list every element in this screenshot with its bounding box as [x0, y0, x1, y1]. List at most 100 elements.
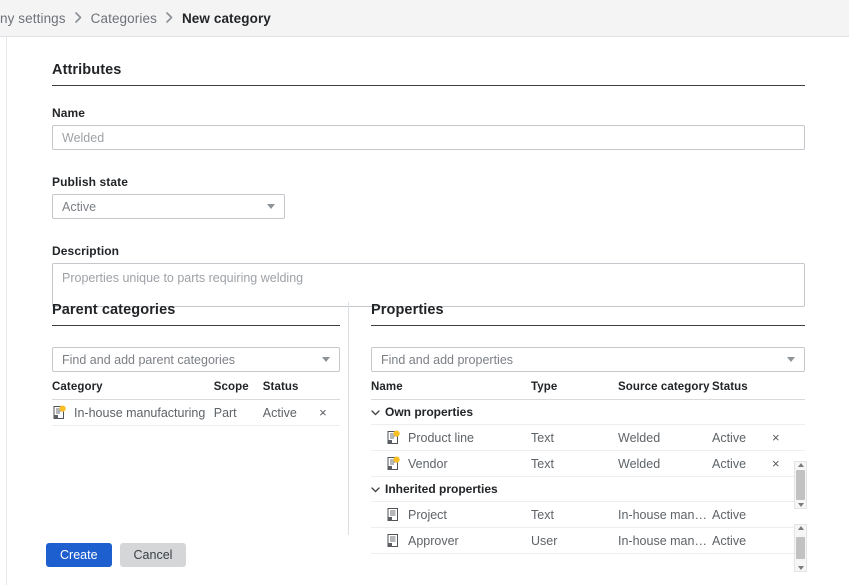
chevron-right-icon [74, 11, 82, 23]
create-button[interactable]: Create [46, 543, 112, 567]
col-header-scope: Scope [213, 372, 263, 400]
table-row[interactable]: Project Text In-house manuf... Active [371, 501, 805, 528]
publish-state-value: Active [62, 199, 97, 214]
parent-category-status-cell: Active [262, 399, 320, 426]
properties-search-placeholder: Find and add properties [381, 352, 514, 367]
page-root: ny settings Categories New category Attr… [0, 0, 849, 585]
properties-group-inherited[interactable]: Inherited properties [371, 476, 805, 502]
table-row[interactable]: Vendor Text Welded Active × [371, 450, 805, 477]
property-status-cell: Active [712, 501, 772, 528]
scrollbar-thumb[interactable] [796, 537, 805, 559]
scroll-up-arrow-icon[interactable] [797, 463, 804, 467]
property-name-cell: Project [371, 501, 531, 528]
property-badge-icon [386, 456, 401, 471]
chevron-down-icon [787, 357, 795, 362]
parent-categories-heading: Parent categories [52, 302, 340, 326]
property-name-cell: Product line [371, 424, 531, 451]
parent-categories-section: Parent categories Find and add parent ca… [52, 302, 340, 426]
table-row[interactable]: In-house manufacturing Part Active × [52, 399, 340, 426]
breadcrumb-item-company-settings[interactable]: ny settings [0, 11, 66, 26]
name-field-group: Name [52, 106, 805, 150]
col-header-type: Type [531, 372, 618, 400]
properties-group-inherited-label: Inherited properties [385, 482, 498, 496]
property-badge-icon [386, 430, 401, 445]
scroll-up-arrow-icon[interactable] [797, 526, 804, 530]
col-header-status: Status [262, 372, 320, 400]
col-header-actions [772, 372, 805, 400]
parent-category-name-cell: In-house manufacturing [52, 399, 214, 426]
property-icon [386, 507, 401, 522]
attributes-heading: Attributes [52, 62, 805, 86]
breadcrumb: ny settings Categories New category [0, 0, 849, 37]
table-row[interactable]: Product line Text Welded Active × [371, 424, 805, 451]
parent-categories-header-row: Category Scope Status [52, 372, 340, 400]
form-actions: Create Cancel [46, 543, 187, 567]
property-type-cell: Text [531, 424, 618, 451]
property-label: Product line [408, 430, 475, 445]
chevron-down-icon [371, 405, 380, 419]
name-label: Name [52, 106, 86, 120]
name-input[interactable] [52, 125, 805, 150]
breadcrumb-item-new-category: New category [181, 10, 271, 26]
content-area: Attributes Name Publish state Active Des… [6, 37, 849, 585]
own-properties-scrollbar[interactable] [794, 461, 807, 509]
parent-category-label: In-house manufacturing [74, 405, 206, 420]
property-source-cell: Welded [618, 450, 712, 477]
description-textarea[interactable] [52, 263, 805, 307]
parent-category-remove-cell: × [319, 399, 340, 426]
property-type-cell: User [531, 527, 618, 554]
property-source-cell: Welded [618, 424, 712, 451]
cancel-button[interactable]: Cancel [119, 543, 187, 567]
property-label: Approver [408, 533, 459, 548]
col-header-status: Status [712, 372, 772, 400]
property-remove-cell: × [772, 424, 805, 451]
parent-categories-table: Category Scope Status In-house manufactu… [52, 372, 340, 426]
description-label: Description [52, 244, 120, 258]
property-label: Vendor [408, 456, 448, 471]
publish-state-field-group: Publish state Active [52, 175, 805, 219]
chevron-down-icon [322, 357, 330, 362]
col-header-source-category: Source category [618, 372, 712, 400]
properties-section: Properties Find and add properties Name … [371, 302, 805, 554]
scrollbar-thumb[interactable] [796, 470, 805, 500]
chevron-down-icon [371, 482, 380, 496]
col-header-category: Category [52, 372, 214, 400]
property-icon [386, 533, 401, 548]
inherited-properties-scrollbar[interactable] [794, 524, 807, 572]
scroll-down-arrow-icon[interactable] [797, 503, 804, 507]
column-divider [348, 302, 349, 535]
breadcrumb-item-categories[interactable]: Categories [91, 11, 157, 26]
table-row[interactable]: Approver User In-house manuf... Active [371, 527, 805, 554]
properties-header-row: Name Type Source category Status [371, 372, 805, 400]
property-type-cell: Text [531, 501, 618, 528]
parent-categories-search[interactable]: Find and add parent categories [52, 347, 340, 372]
properties-group-own-label: Own properties [385, 405, 474, 419]
properties-heading: Properties [371, 302, 805, 326]
scroll-down-arrow-icon[interactable] [797, 566, 804, 570]
property-status-cell: Active [712, 527, 772, 554]
category-badge-icon [52, 405, 67, 420]
properties-search[interactable]: Find and add properties [371, 347, 805, 372]
remove-property-button[interactable]: × [772, 431, 780, 444]
remove-property-button[interactable]: × [772, 457, 780, 470]
property-label: Project [408, 507, 447, 522]
properties-group-own[interactable]: Own properties [371, 399, 805, 425]
property-status-cell: Active [712, 424, 772, 451]
chevron-down-icon [267, 204, 275, 209]
remove-parent-category-button[interactable]: × [319, 406, 327, 419]
parent-category-scope-cell: Part [213, 399, 263, 426]
property-source-cell: In-house manuf... [618, 501, 712, 528]
col-header-actions [319, 372, 340, 400]
properties-table: Name Type Source category Status Own pro… [371, 372, 805, 554]
publish-state-label: Publish state [52, 175, 128, 189]
col-header-name: Name [371, 372, 531, 400]
chevron-right-icon-2 [166, 11, 173, 23]
property-source-cell: In-house manuf... [618, 527, 712, 554]
property-status-cell: Active [712, 450, 772, 477]
parent-categories-search-placeholder: Find and add parent categories [62, 352, 236, 367]
property-name-cell: Approver [371, 527, 531, 554]
publish-state-select[interactable]: Active [52, 194, 285, 219]
attributes-section: Attributes Name Publish state Active Des… [52, 62, 805, 312]
property-type-cell: Text [531, 450, 618, 477]
property-name-cell: Vendor [371, 450, 531, 477]
